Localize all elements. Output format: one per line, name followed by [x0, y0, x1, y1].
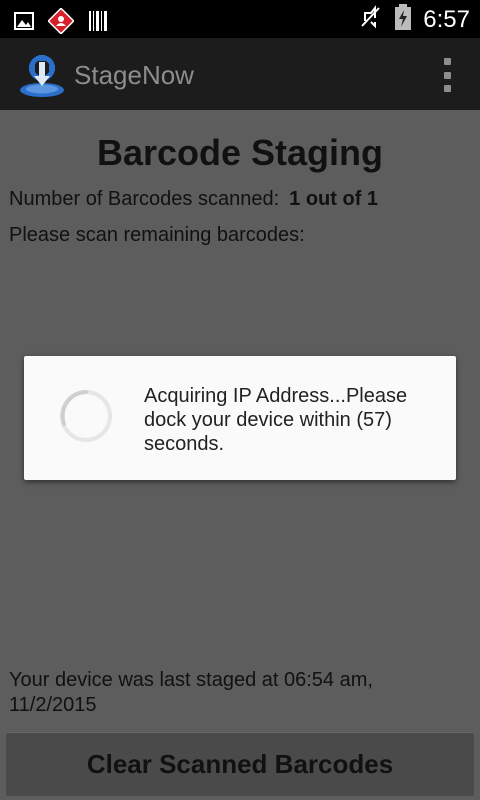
- gallery-icon: [14, 11, 34, 36]
- scan-count-value: 1 out of 1: [289, 188, 379, 210]
- stagenow-logo-icon: [18, 52, 66, 103]
- status-bar-clock: 6:57: [423, 5, 470, 33]
- status-bar: 6:57: [0, 0, 480, 38]
- scan-prompt: Please scan remaining barcodes:: [9, 224, 305, 246]
- clear-scanned-barcodes-button[interactable]: Clear Scanned Barcodes: [6, 732, 474, 796]
- battery-charging-icon: [393, 3, 413, 36]
- status-bar-notifications: [14, 7, 108, 39]
- loading-spinner-icon: [58, 388, 114, 444]
- progress-dialog: Acquiring IP Address...Please dock your …: [24, 356, 456, 480]
- barcode-icon: [88, 10, 108, 37]
- app-title: StageNow: [74, 60, 194, 90]
- last-staged-text: Your device was last staged at 06:54 am,…: [9, 669, 373, 716]
- scan-count-label: Number of Barcodes scanned:: [9, 188, 280, 210]
- scan-count: Number of Barcodes scanned: 1 out of 1: [9, 188, 378, 211]
- notification-app-icon: [47, 7, 75, 39]
- status-bar-system: 6:57: [359, 3, 470, 36]
- action-bar: StageNow: [0, 38, 480, 110]
- page-title: Barcode Staging: [96, 132, 384, 173]
- mute-icon: [359, 5, 383, 34]
- overflow-menu-icon[interactable]: [438, 58, 456, 92]
- dialog-message: Acquiring IP Address...Please dock your …: [144, 385, 408, 455]
